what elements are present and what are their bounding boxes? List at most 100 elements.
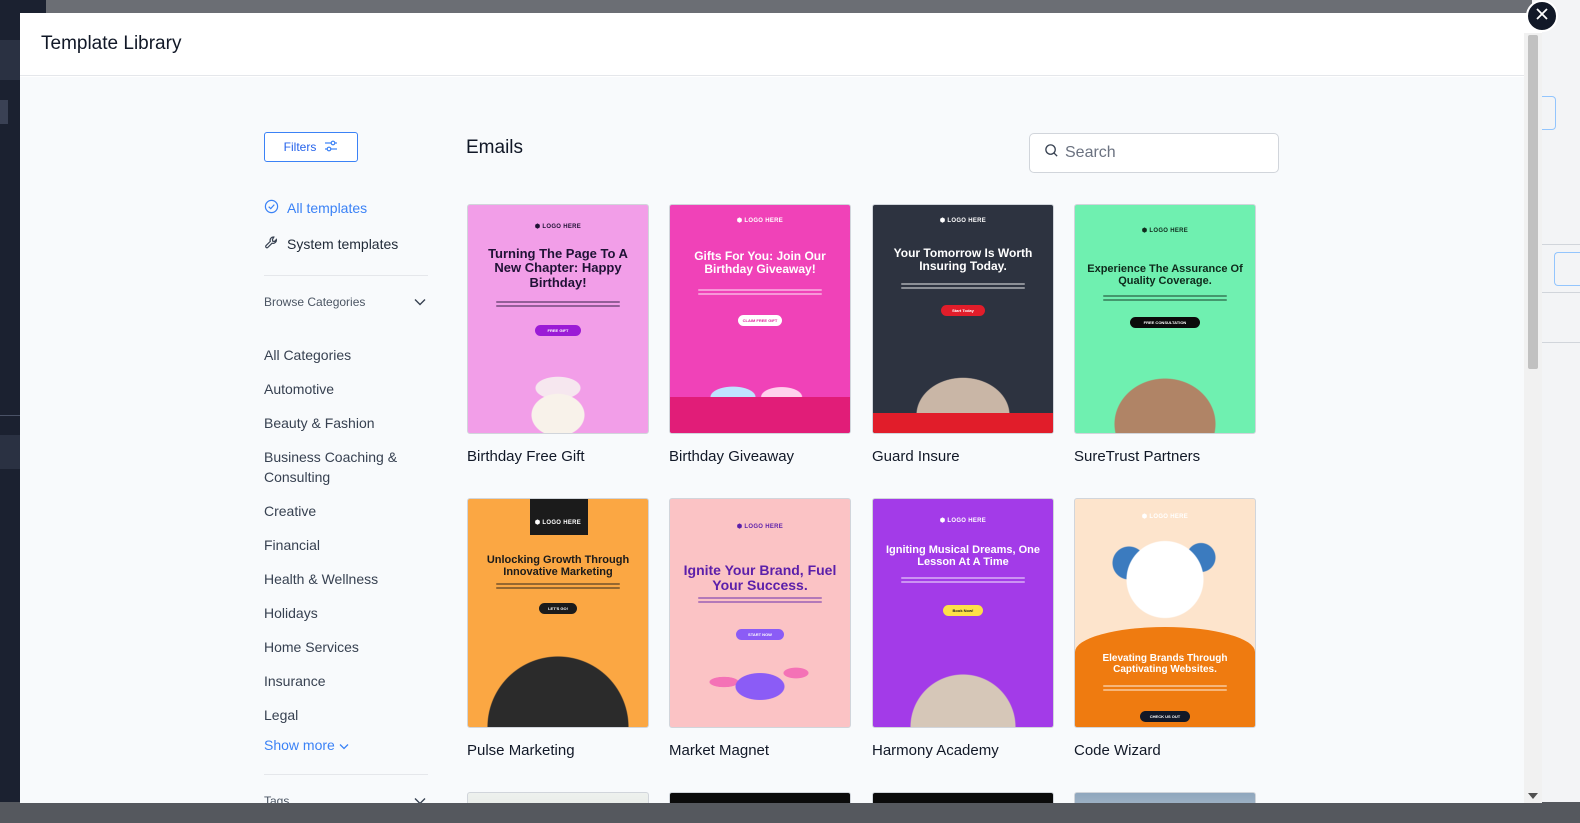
template-thumbnail[interactable]: ⬢ LOGO HERE Ignite Your Brand, Fuel Your … xyxy=(669,498,851,728)
template-name: Birthday Free Gift xyxy=(467,448,585,465)
background-app-top xyxy=(46,0,1532,13)
template-name: Harmony Academy xyxy=(872,742,999,759)
template-illustration xyxy=(873,343,1053,433)
template-thumbnail[interactable]: ⬢ LOGO HERE Turning The Page To A New Cha… xyxy=(467,204,649,434)
template-card[interactable]: ⬢ LOGO HERE Your Tomorrow Is Worth Insuri… xyxy=(872,204,1054,465)
template-cta-button: CLAIM FREE GIFT xyxy=(738,315,782,326)
modal-scrollbar[interactable] xyxy=(1524,33,1542,803)
template-cta-button: FREE GIFT xyxy=(535,325,581,336)
template-thumbnail[interactable]: ⬢ LOGO HERE Gifts For You: Join Our Birth… xyxy=(669,204,851,434)
category-item[interactable]: Business Coaching & Consulting xyxy=(264,447,424,487)
template-library-modal: Template Library Filters All templates S… xyxy=(20,13,1542,803)
category-item[interactable]: Holidays xyxy=(264,603,424,623)
category-item[interactable]: Creative xyxy=(264,501,424,521)
template-thumbnail[interactable]: ⬢ LOGO HERE Elevating Brands Through Capt… xyxy=(1074,498,1256,728)
template-thumbnail-partial[interactable] xyxy=(467,792,649,803)
template-card[interactable]: ⬢ LOGO HERE Igniting Musical Dreams, One … xyxy=(872,498,1054,759)
template-card[interactable]: ⬢ LOGO HERE Elevating Brands Through Capt… xyxy=(1074,498,1256,759)
template-header-band xyxy=(530,499,588,535)
template-thumbnail-partial[interactable] xyxy=(669,792,851,803)
template-name: Code Wizard xyxy=(1074,742,1161,759)
template-cta-button: Start Today xyxy=(941,305,985,316)
tags-toggle[interactable]: Tags xyxy=(264,794,426,803)
template-illustration xyxy=(1075,343,1255,433)
chevron-down-icon xyxy=(339,737,349,753)
template-illustration xyxy=(670,637,850,727)
search-icon xyxy=(1044,143,1059,163)
category-item[interactable]: Home Services xyxy=(264,637,424,657)
template-thumbnail[interactable]: ⬢ LOGO HERE Your Tomorrow Is Worth Insuri… xyxy=(872,204,1054,434)
template-card[interactable]: ⬢ LOGO HERE Experience The Assurance Of Q… xyxy=(1074,204,1256,465)
template-headline: Igniting Musical Dreams, One Lesson At A… xyxy=(885,544,1041,569)
template-thumbnail[interactable]: ⬢ LOGO HERE Igniting Musical Dreams, One … xyxy=(872,498,1054,728)
template-thumbnail-partial[interactable] xyxy=(872,792,1054,803)
nav-all-templates[interactable]: All templates xyxy=(264,199,428,217)
template-logo: ⬢ LOGO HERE xyxy=(534,520,582,526)
show-more-link[interactable]: Show more xyxy=(264,737,428,753)
browse-categories-label: Browse Categories xyxy=(264,295,366,309)
template-name: Pulse Marketing xyxy=(467,742,575,759)
template-illustration xyxy=(468,343,648,433)
tags-label: Tags xyxy=(264,794,290,803)
template-name: Market Magnet xyxy=(669,742,770,759)
wrench-icon xyxy=(264,235,279,253)
template-logo: ⬢ LOGO HERE xyxy=(736,524,784,530)
search-input[interactable] xyxy=(1065,144,1265,162)
template-illustration xyxy=(1075,519,1255,629)
scroll-down-arrow-icon[interactable] xyxy=(1528,793,1538,799)
scrollbar-thumb[interactable] xyxy=(1528,35,1538,369)
template-cta-button: CHECK US OUT xyxy=(1140,711,1190,722)
template-logo: ⬢ LOGO HERE xyxy=(939,218,987,224)
search-field[interactable] xyxy=(1029,133,1279,173)
template-gallery: Emails ⬢ LOGO HERETurning The Page To A … xyxy=(466,133,1286,803)
template-headline: Elevating Brands Through Captivating Web… xyxy=(1102,653,1228,675)
template-body-text xyxy=(901,281,1025,289)
template-headline: Turning The Page To A New Chapter: Happy… xyxy=(488,246,628,290)
close-modal-button[interactable] xyxy=(1526,0,1558,32)
template-headline: Experience The Assurance Of Quality Cove… xyxy=(1087,263,1243,288)
template-logo: ⬢ LOGO HERE xyxy=(939,518,987,524)
template-body-text xyxy=(901,575,1025,583)
category-item[interactable]: Financial xyxy=(264,535,424,555)
close-icon xyxy=(1535,7,1549,26)
template-illustration xyxy=(873,637,1053,727)
template-name: Guard Insure xyxy=(872,448,960,465)
nav-system-templates[interactable]: System templates xyxy=(264,235,428,253)
template-headline: Ignite Your Brand, Fuel Your Success. xyxy=(683,562,837,594)
browse-categories-toggle[interactable]: Browse Categories xyxy=(264,295,426,309)
template-body-text xyxy=(496,299,620,307)
category-item[interactable]: Automotive xyxy=(264,379,424,399)
template-logo: ⬢ LOGO HERE xyxy=(736,218,784,224)
template-card[interactable]: ⬢ LOGO HERE Turning The Page To A New Cha… xyxy=(467,204,649,465)
filters-button[interactable]: Filters xyxy=(264,132,358,162)
nav-system-templates-label: System templates xyxy=(287,236,399,252)
category-item[interactable]: Insurance xyxy=(264,671,424,691)
sidebar-divider xyxy=(264,275,428,276)
show-more-label: Show more xyxy=(264,737,335,753)
category-item[interactable]: All Categories xyxy=(264,345,424,365)
template-illustration xyxy=(468,637,648,727)
template-body-text xyxy=(1103,293,1227,301)
template-card[interactable]: ⬢ LOGO HERE Gifts For You: Join Our Birth… xyxy=(669,204,851,465)
template-logo: ⬢ LOGO HERE xyxy=(534,224,582,230)
template-cta-button: FREE CONSULTATION xyxy=(1130,317,1200,328)
check-circle-icon xyxy=(264,199,279,217)
template-body-text xyxy=(1103,683,1227,691)
category-list: All Categories Automotive Beauty & Fashi… xyxy=(264,345,428,725)
chevron-down-icon xyxy=(414,295,426,309)
sliders-icon xyxy=(324,140,338,155)
template-card[interactable]: ⬢ LOGO HERE Ignite Your Brand, Fuel Your … xyxy=(669,498,851,759)
template-headline: Gifts For You: Join Our Birthday Giveawa… xyxy=(694,249,826,277)
sidebar-divider xyxy=(264,774,428,775)
template-body-text xyxy=(698,595,822,603)
category-item[interactable]: Health & Wellness xyxy=(264,569,424,589)
category-item[interactable]: Legal xyxy=(264,705,424,725)
template-card[interactable]: ⬢ LOGO HERE Unlocking Growth Through Inno… xyxy=(467,498,649,759)
nav-all-templates-label: All templates xyxy=(287,200,368,216)
template-illustration xyxy=(670,343,850,433)
template-thumbnail[interactable]: ⬢ LOGO HERE Unlocking Growth Through Inno… xyxy=(467,498,649,728)
category-item[interactable]: Beauty & Fashion xyxy=(264,413,424,433)
filters-label: Filters xyxy=(283,140,317,154)
template-thumbnail-partial[interactable] xyxy=(1074,792,1256,803)
template-thumbnail[interactable]: ⬢ LOGO HERE Experience The Assurance Of Q… xyxy=(1074,204,1256,434)
